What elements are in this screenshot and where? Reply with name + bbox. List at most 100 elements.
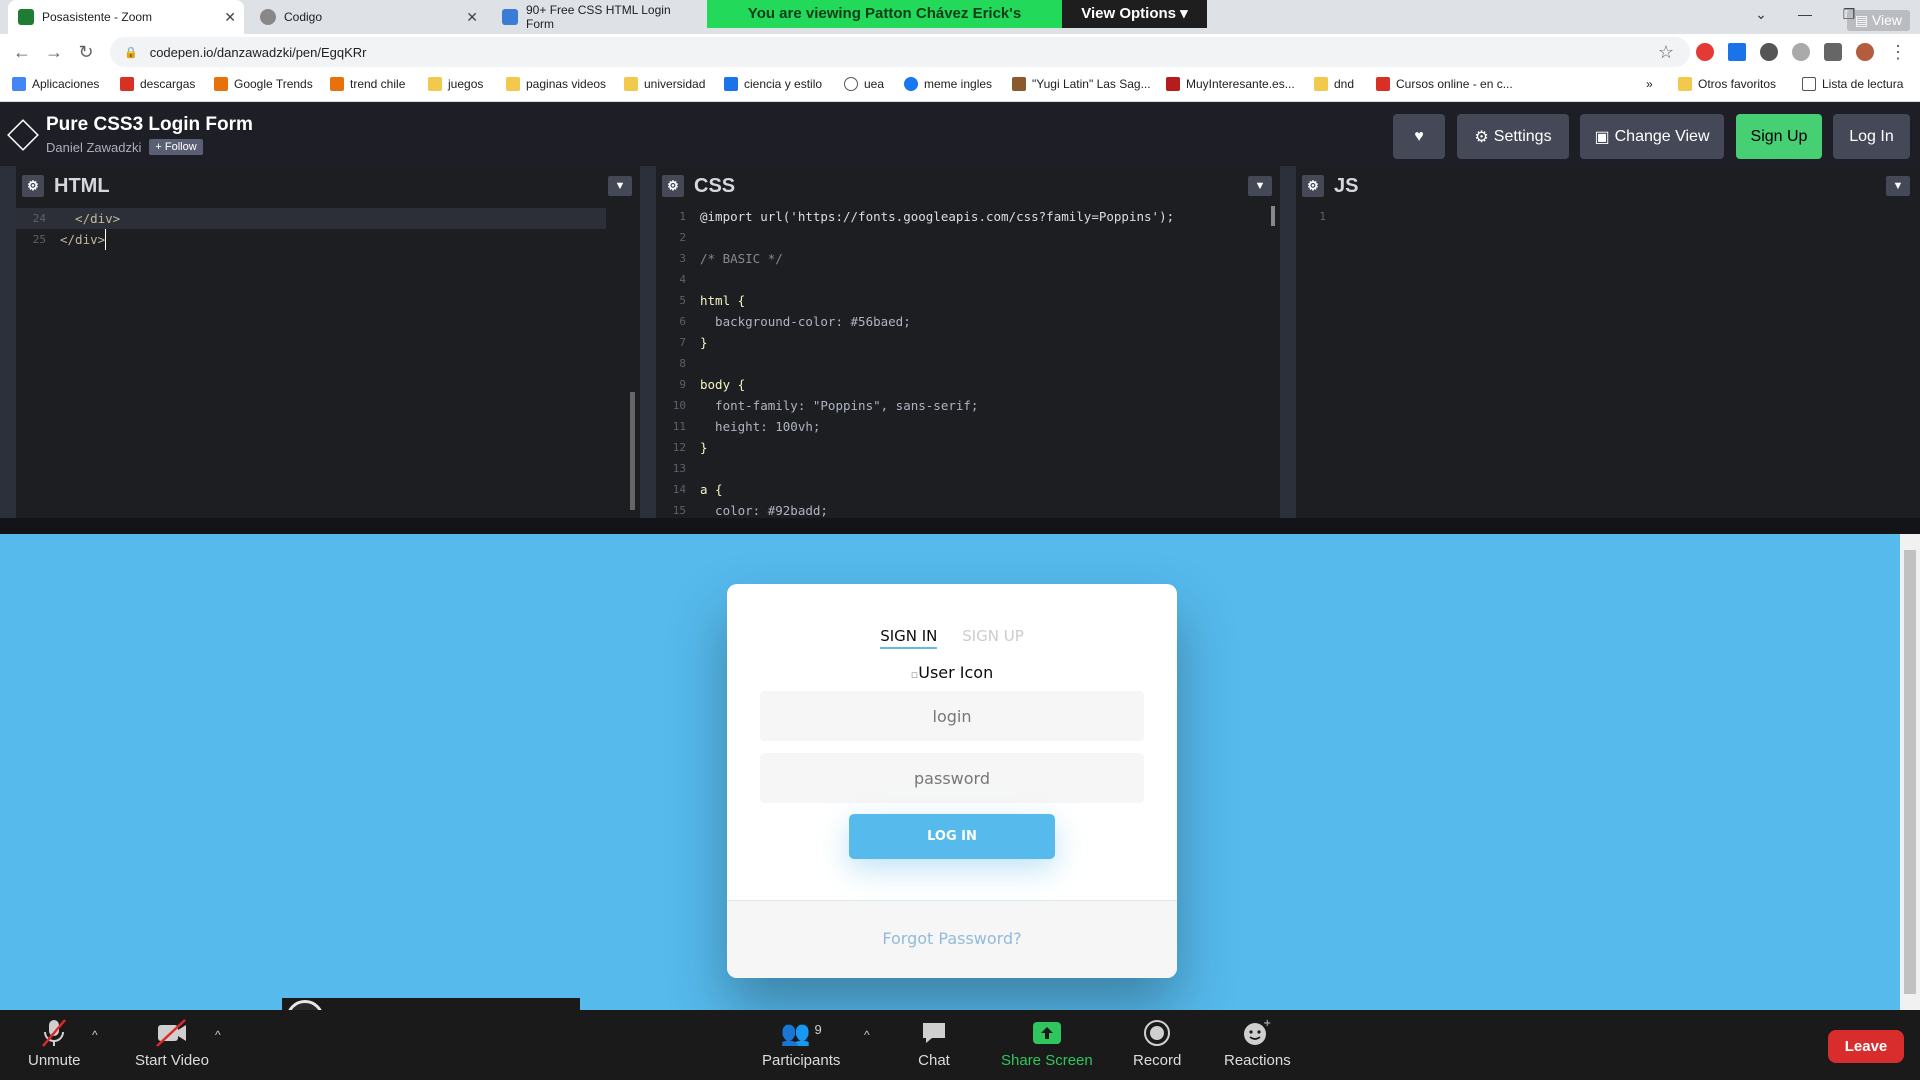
mic-muted-icon (37, 1018, 71, 1048)
uea-icon (844, 77, 858, 91)
bookmark-item[interactable]: trend chile (330, 77, 405, 91)
html-editor[interactable]: ⚙ HTML ▼ 24 </div> 25 </div> (16, 166, 640, 518)
css-label: CSS (694, 174, 736, 197)
bookmark-folder[interactable]: universidad (624, 77, 705, 91)
folder-icon (1314, 77, 1328, 91)
gear-icon[interactable]: ⚙ (662, 175, 684, 197)
js-editor[interactable]: ⚙ JS ▼ 1 (1296, 166, 1920, 518)
code-line[interactable]: 11 height: 100vh; (656, 416, 1280, 437)
bookmark-item[interactable]: Aplicaciones (12, 77, 99, 91)
reading-list-button[interactable]: Lista de lectura (1802, 77, 1903, 91)
scrollbar[interactable] (630, 392, 635, 510)
tab-search-icon[interactable]: ⌄ (1738, 0, 1784, 30)
code-line[interactable]: 12} (656, 437, 1280, 458)
code-line[interactable]: 1 @import url('https://fonts.googleapis.c… (656, 206, 1280, 227)
change-view-button[interactable]: ▣ Change View (1580, 114, 1724, 159)
lock-icon: 🔒 (124, 46, 138, 59)
codepen-logo-icon[interactable] (7, 119, 39, 151)
bookmark-item[interactable]: descargas (120, 77, 195, 91)
bookmark-item[interactable]: ciencia y estilo (724, 77, 822, 91)
tab-codigo[interactable]: Codigo ✕ (250, 0, 486, 34)
extension-icon[interactable] (1760, 43, 1778, 61)
bookmark-item[interactable]: Cursos online - en c... (1376, 77, 1513, 91)
tab-sign-in[interactable]: SIGN IN (880, 627, 938, 649)
chevron-up-icon[interactable]: ^ (92, 1028, 98, 1042)
participants-button[interactable]: 👥 9 Participants (762, 1018, 840, 1070)
login-button[interactable]: Log In (1833, 114, 1910, 159)
code-line[interactable]: 4 (656, 269, 1280, 290)
heart-button[interactable]: ♥ (1393, 114, 1445, 159)
code-line[interactable]: 7} (656, 332, 1280, 353)
opera-extension-icon[interactable] (1696, 43, 1714, 61)
back-icon[interactable]: ← (10, 40, 34, 64)
gear-icon[interactable]: ⚙ (22, 175, 44, 197)
close-icon[interactable]: ✕ (466, 9, 478, 26)
profile-avatar[interactable] (1856, 43, 1874, 61)
extension-icon[interactable] (1792, 43, 1810, 61)
forward-icon[interactable]: → (42, 40, 66, 64)
gear-icon[interactable]: ⚙ (1302, 175, 1324, 197)
tab-title: Posasistente - Zoom (42, 10, 153, 24)
address-bar[interactable]: 🔒 codepen.io/danzawadzki/pen/EgqKRr (110, 37, 1690, 67)
minimize-button[interactable]: — (1782, 0, 1828, 30)
tab-sign-up[interactable]: SIGN UP (962, 627, 1024, 645)
reactions-button[interactable]: + Reactions (1224, 1018, 1291, 1069)
iq-extension-icon[interactable] (1728, 43, 1746, 61)
record-button[interactable]: Record (1133, 1018, 1181, 1069)
chevron-up-icon[interactable]: ^ (864, 1028, 870, 1042)
other-favorites-folder[interactable]: Otros favoritos (1678, 77, 1776, 91)
settings-button[interactable]: ⚙ Settings (1457, 114, 1569, 159)
code-line[interactable]: 10 font-family: "Poppins", sans-serif; (656, 395, 1280, 416)
bookmark-star-icon[interactable]: ☆ (1654, 40, 1678, 64)
bookmark-item[interactable]: "Yugi Latin" Las Sag... (1012, 77, 1151, 91)
menu-kebab-icon[interactable]: ⋮ (1886, 40, 1910, 64)
editor-resize-handle[interactable] (1280, 166, 1296, 518)
code-line: </div> (60, 211, 121, 226)
bookmark-item[interactable]: uea (844, 77, 884, 91)
bookmark-item[interactable]: MuyInteresante.es... (1166, 77, 1295, 91)
close-icon[interactable]: ✕ (224, 9, 236, 26)
bookmark-folder[interactable]: dnd (1314, 77, 1354, 91)
code-line[interactable]: 2 (656, 227, 1280, 248)
code-line[interactable]: 14 a { (656, 479, 1280, 500)
tab-zoom[interactable]: Posasistente - Zoom ✕ (8, 0, 244, 34)
code-line[interactable]: 5 html { (656, 290, 1280, 311)
tab-login-forms[interactable]: 90+ Free CSS HTML Login Form (492, 0, 702, 34)
chevron-down-icon[interactable]: ▼ (608, 176, 632, 196)
bookmark-item[interactable]: meme ingles (904, 77, 992, 91)
zoom-view-button[interactable]: ▤ View (1846, 10, 1910, 31)
bookmarks-more-button[interactable]: » (1646, 77, 1653, 91)
chat-button[interactable]: Chat (917, 1018, 951, 1069)
css-editor[interactable]: ⚙ CSS ▼ 1 @import url('https://fonts.googl… (656, 166, 1280, 518)
code-line[interactable]: 9 body { (656, 374, 1280, 395)
signup-button[interactable]: Sign Up (1736, 114, 1822, 159)
bookmark-item[interactable]: Google Trends (214, 77, 313, 91)
author-name[interactable]: Daniel Zawadzki (46, 140, 141, 155)
editor-resize-handle[interactable] (0, 166, 16, 518)
forgot-password-link[interactable]: Forgot Password? (882, 929, 1021, 948)
bookmark-folder[interactable]: juegos (428, 77, 483, 91)
unmute-button[interactable]: Unmute (28, 1018, 81, 1069)
code-line[interactable]: 8 (656, 353, 1280, 374)
password-input[interactable] (760, 753, 1144, 803)
bookmark-folder[interactable]: paginas videos (506, 77, 606, 91)
start-video-button[interactable]: Start Video (135, 1018, 209, 1069)
code-line[interactable]: 6 background-color: #56baed; (656, 311, 1280, 332)
editor-resize-handle[interactable] (640, 166, 656, 518)
chevron-down-icon[interactable]: ▼ (1248, 176, 1272, 196)
login-input[interactable] (760, 691, 1144, 741)
code-line[interactable]: 15 color: #92badd; (656, 500, 1280, 518)
follow-button[interactable]: + Follow (149, 139, 203, 155)
chevron-down-icon[interactable]: ▼ (1886, 176, 1910, 196)
share-screen-button[interactable]: Share Screen (1001, 1018, 1093, 1069)
leave-meeting-button[interactable]: Leave (1828, 1030, 1904, 1063)
reload-icon[interactable]: ↻ (74, 40, 98, 64)
puzzle-icon[interactable] (1824, 43, 1842, 61)
login-submit-button[interactable]: LOG IN (849, 814, 1055, 859)
chevron-up-icon[interactable]: ^ (215, 1028, 221, 1042)
view-options-button[interactable]: View Options ▾ (1062, 0, 1207, 28)
code-line[interactable]: 3/* BASIC */ (656, 248, 1280, 269)
code-line[interactable]: 13 (656, 458, 1280, 479)
preview-scroll-thumb[interactable] (1904, 550, 1916, 994)
scrollbar[interactable] (1271, 206, 1275, 226)
